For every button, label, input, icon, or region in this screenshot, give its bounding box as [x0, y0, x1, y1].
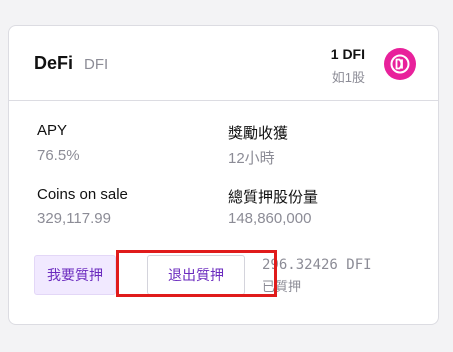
- stake-button[interactable]: 我要質押: [34, 255, 116, 295]
- defichain-logo-icon: [384, 48, 416, 80]
- total-staked-value: 148,860,000: [228, 210, 312, 227]
- total-staked-label: 總質押股份量: [228, 189, 319, 206]
- coin-name: DeFi: [34, 53, 74, 73]
- apy-label: APY: [37, 122, 68, 139]
- coin-symbol: DFI: [84, 56, 109, 73]
- card-header: DeFi DFI 1 DFI 如1股: [9, 26, 438, 101]
- highlight-box: [116, 250, 277, 297]
- reward-value: 12小時: [228, 150, 275, 167]
- coins-on-sale-value: 329,117.99: [37, 210, 111, 227]
- reward-label: 獎勵收獲: [228, 125, 289, 142]
- price-main: 1 DFI: [330, 46, 365, 62]
- price-sub: 如1股: [331, 70, 365, 85]
- staked-amount: 296.32426 DFI: [262, 257, 372, 273]
- coins-on-sale-label: Coins on sale: [37, 186, 128, 203]
- apy-value: 76.5%: [37, 147, 80, 164]
- defichain-logo-glyph: [390, 54, 410, 74]
